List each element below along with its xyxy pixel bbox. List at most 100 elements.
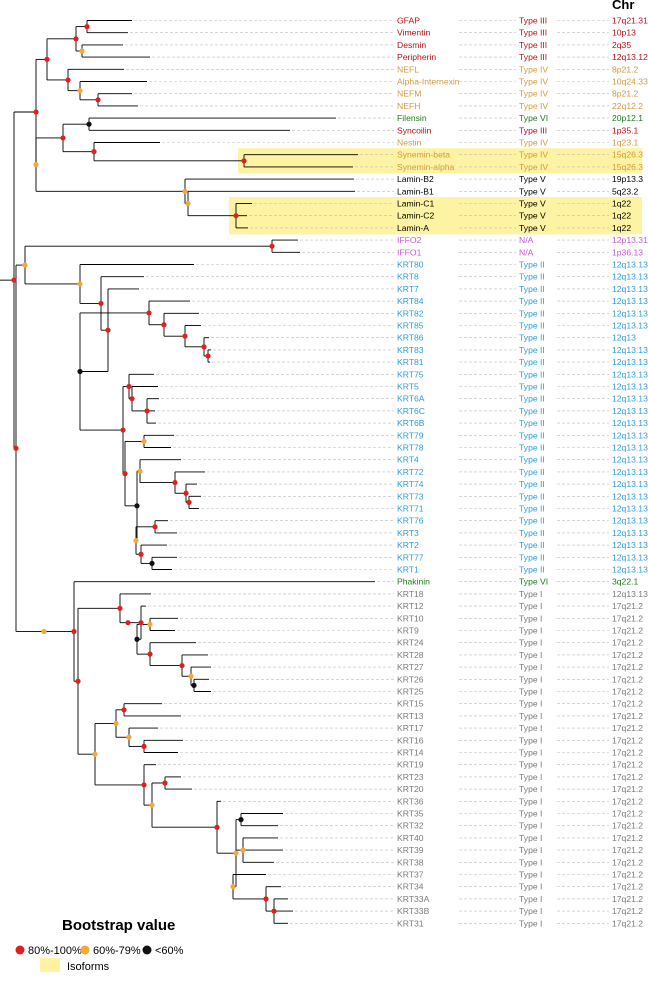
bootstrap-node-dot-icon [77,88,83,94]
gene-chr: 17q21.2 [612,723,643,733]
gene-type: Type II [519,430,545,440]
gene-type: Type V [519,211,546,221]
bootstrap-node-dot-icon [79,48,85,54]
bootstrap-node-dot-icon [60,135,66,141]
gene-chr: 12p13.31 [612,235,648,245]
gene-name: KRT1 [397,565,419,575]
gene-name: Vimentin [397,28,431,38]
gene-name: KRT10 [397,613,424,623]
gene-type: Type I [519,748,542,758]
bootstrap-node-dot-icon [152,524,158,530]
gene-type: Type I [519,650,542,660]
gene-type: Type II [519,308,545,318]
bootstrap-node-dot-icon [126,383,132,390]
gene-name: KRT8 [397,272,419,282]
bootstrap-node-dot-icon [11,277,17,283]
gene-type: Type II [519,418,545,428]
gene-chr: 17q21.2 [612,918,643,928]
bootstrap-node-dot-icon [65,77,71,83]
gene-chr: 12q13.13 [612,260,648,270]
gene-chr: 12q13.13 [612,296,648,306]
bootstrap-node-dot-icon [122,471,128,477]
gene-type: Type I [519,870,542,880]
gene-name: KRT25 [397,687,424,697]
gene-name: Nestin [397,138,422,148]
gene-chr: 17q21.2 [612,870,643,880]
gene-type: Type II [519,479,545,489]
bootstrap-node-dot-icon [263,896,269,902]
gene-chr: 5q23.2 [612,186,639,196]
gene-name: GFAP [397,16,420,26]
bootstrap-node-dot-icon [214,824,220,830]
gene-chr: 17q21.2 [612,638,643,648]
gene-type: Type IV [519,138,548,148]
gene-name: KRT2 [397,540,419,550]
gene-chr: 12q13.13 [612,418,648,428]
gene-name: KRT28 [397,650,424,660]
gene-name: KRT4 [397,455,419,465]
legend-title: Bootstrap value [62,917,175,934]
gene-chr: 17q21.2 [612,821,643,831]
gene-name: Peripherin [397,52,436,62]
bootstrap-node-dot-icon [241,158,247,164]
gene-type: Type I [519,589,542,599]
gene-name: KRT79 [397,430,424,440]
gene-name: KRT32 [397,821,424,831]
gene-chr: 12q13.13 [612,382,648,392]
gene-type: Type V [519,199,546,209]
gene-name: Lamin-B1 [397,186,434,196]
gene-type: Type III [519,125,547,135]
gene-chr: 17q21.2 [612,906,643,916]
bootstrap-node-dot-icon [205,353,211,359]
gene-chr: 17q21.31 [612,16,648,26]
gene-chr: 12q13.13 [612,467,648,477]
gene-name: KRT17 [397,723,424,733]
legend-mid-label: 60%-79% [93,945,141,957]
gene-type: Type I [519,613,542,623]
gene-type: Type I [519,845,542,855]
gene-name: NEFL [397,64,419,74]
gene-chr: 12q13.13 [612,552,648,562]
gene-chr: 17q21.2 [612,760,643,770]
legend-high-dot-icon [15,945,25,955]
bootstrap-node-dot-icon [233,213,239,219]
bootstrap-node-dot-icon [271,908,277,914]
gene-type: Type II [519,491,545,501]
bootstrap-node-dot-icon [141,438,147,444]
gene-type: Type II [519,357,545,367]
gene-name: KRT14 [397,748,424,758]
gene-name: KRT23 [397,772,424,782]
gene-chr: 10p13 [612,28,636,38]
bootstrap-node-dot-icon [185,200,191,207]
bootstrap-node-dot-icon [129,396,135,402]
gene-name: Synemin-beta [397,150,450,160]
gene-type: Type V [519,186,546,196]
gene-type: Type IV [519,64,548,74]
gene-chr: 1q22 [612,211,631,221]
bootstrap-node-dot-icon [149,802,155,808]
gene-chr: 12q13 [612,333,636,343]
gene-type: Type I [519,723,542,733]
gene-name: KRT86 [397,333,424,343]
gene-chr: 12q13.13 [612,504,648,514]
gene-chr: 19p13.3 [612,174,643,184]
gene-type: Type II [519,394,545,404]
gene-name: KRT31 [397,918,424,928]
gene-name: KRT19 [397,760,424,770]
gene-type: Type I [519,674,542,684]
bootstrap-node-dot-icon [144,408,150,414]
gene-type: Type V [519,223,546,233]
bootstrap-node-dot-icon [162,780,168,786]
bootstrap-node-dot-icon [182,333,188,339]
gene-chr: 2q35 [612,40,631,50]
bootstrap-node-dot-icon [120,427,126,433]
gene-chr: 1p35.1 [612,125,639,135]
gene-type: Type V [519,174,546,184]
bootstrap-node-dot-icon [41,628,47,635]
gene-name: Desmin [397,40,426,50]
gene-chr: 17q21.2 [612,845,643,855]
gene-name: KRT27 [397,662,424,672]
gene-chr: 17q21.2 [612,735,643,745]
gene-chr: 12q13.13 [612,443,648,453]
gene-name: KRT38 [397,857,424,867]
